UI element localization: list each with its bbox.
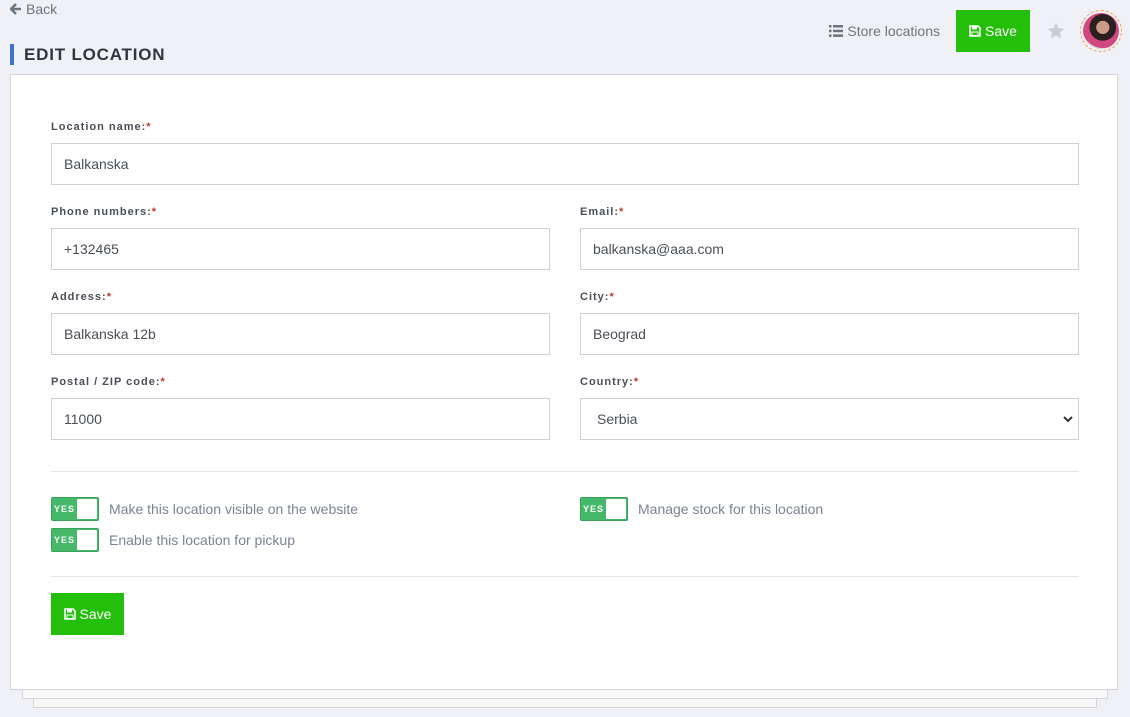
stock-toggle-label: Manage stock for this location [638, 501, 824, 517]
email-label: Email: [580, 206, 620, 218]
required-marker: * [146, 121, 152, 133]
email-input[interactable] [580, 228, 1079, 270]
required-marker: * [619, 206, 625, 218]
country-select[interactable]: Serbia [580, 398, 1079, 440]
edit-location-card: Location name:* Phone numbers:* Email:* … [10, 74, 1118, 690]
user-avatar[interactable] [1080, 10, 1122, 52]
postal-input[interactable] [51, 398, 550, 440]
country-field: Country:* Serbia [580, 375, 1079, 440]
toggle-visible-row: YES Make this location visible on the we… [51, 497, 358, 521]
postal-label: Postal / ZIP code: [51, 376, 161, 388]
email-field: Email:* [580, 205, 1079, 270]
save-label: Save [985, 23, 1017, 39]
toolbar: Store locations Save [829, 10, 1122, 52]
pickup-toggle-label: Enable this location for pickup [109, 532, 295, 548]
list-icon [829, 25, 844, 37]
arrow-left-icon [10, 3, 21, 15]
divider [51, 576, 1079, 577]
required-marker: * [106, 291, 112, 303]
page-title: EDIT LOCATION [10, 44, 165, 65]
store-locations-link[interactable]: Store locations [829, 23, 940, 39]
floppy-disk-icon [969, 25, 981, 37]
required-marker: * [160, 376, 166, 388]
address-input[interactable] [51, 313, 550, 355]
required-marker: * [151, 206, 158, 218]
phone-label: Phone numbers: [51, 206, 152, 218]
pickup-toggle[interactable]: YES [51, 528, 99, 552]
required-marker: * [633, 376, 640, 388]
visible-toggle-label: Make this location visible on the websit… [109, 501, 359, 517]
phone-input[interactable] [51, 228, 550, 270]
save-label: Save [79, 606, 112, 622]
toggle-state-label: YES [54, 504, 76, 514]
back-label: Back [26, 1, 58, 17]
visible-toggle[interactable]: YES [51, 497, 99, 521]
save-button-bottom[interactable]: Save [51, 593, 124, 635]
toggle-pickup-row: YES Enable this location for pickup [51, 528, 295, 552]
toggle-knob [606, 499, 626, 519]
country-label: Country: [580, 376, 634, 388]
city-field: City:* [580, 290, 1079, 355]
stock-toggle[interactable]: YES [580, 497, 628, 521]
location-name-input[interactable] [51, 143, 1079, 185]
phone-field: Phone numbers:* [51, 205, 550, 270]
toggle-knob [77, 530, 97, 550]
required-marker: * [609, 291, 615, 303]
address-field: Address:* [51, 290, 550, 355]
city-label: City: [580, 291, 610, 303]
divider [51, 471, 1079, 472]
toggle-knob [77, 499, 97, 519]
address-label: Address: [51, 291, 107, 303]
postal-field: Postal / ZIP code:* [51, 375, 550, 440]
back-link[interactable]: Back [10, 1, 57, 17]
save-button-top[interactable]: Save [956, 10, 1030, 52]
store-locations-label: Store locations [847, 23, 940, 39]
location-name-field: Location name:* [51, 120, 1079, 185]
toggle-stock-row: YES Manage stock for this location [580, 497, 823, 521]
location-name-label: Location name: [51, 121, 147, 133]
star-icon[interactable] [1046, 21, 1066, 41]
city-input[interactable] [580, 313, 1079, 355]
avatar-photo [1083, 13, 1119, 49]
toggle-state-label: YES [54, 535, 76, 545]
floppy-disk-icon [63, 608, 76, 620]
toggle-state-label: YES [583, 504, 605, 514]
